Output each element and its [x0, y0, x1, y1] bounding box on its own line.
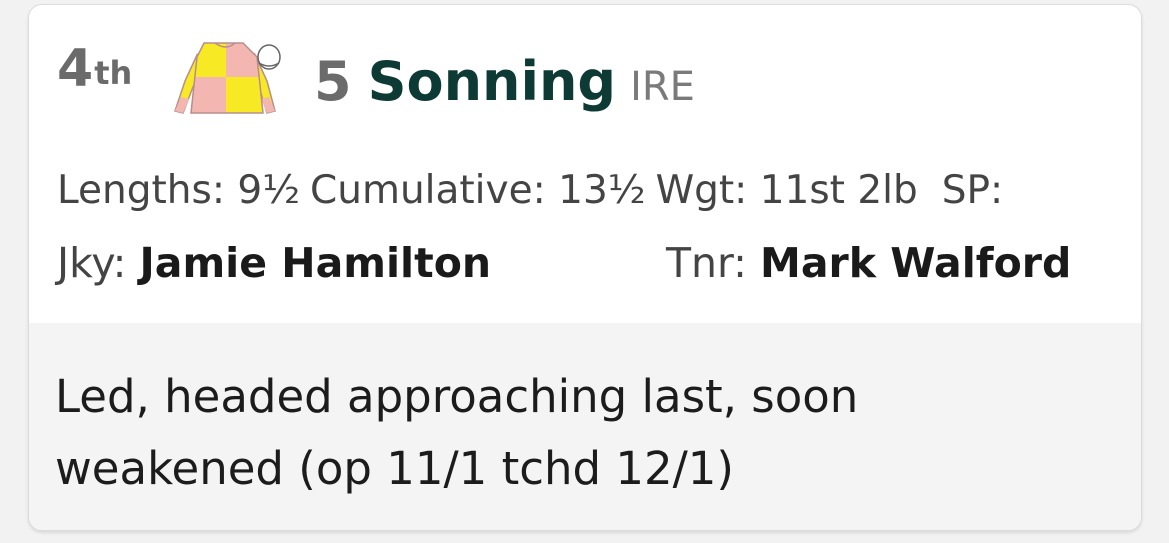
- jockey-name[interactable]: Jamie Hamilton: [140, 239, 492, 287]
- connections: Jky: Jamie Hamilton Tnr: Mark Walford: [57, 243, 1071, 284]
- finishing-position: 4th: [57, 39, 133, 99]
- horse-name[interactable]: Sonning: [368, 50, 616, 113]
- cumulative-stat: Cumulative: 13½: [310, 168, 646, 213]
- jockey-label: Jky:: [57, 239, 127, 287]
- trainer: Tnr: Mark Walford: [666, 243, 1071, 284]
- weight-stat: Wgt: 11st 2lb: [655, 168, 918, 213]
- lengths-stat: Lengths: 9½: [57, 168, 300, 213]
- sp-stat: SP:: [941, 168, 1004, 213]
- result-stats: Lengths: 9½ Cumulative: 13½ Wgt: 11st 2lb S…: [57, 171, 1013, 210]
- jockey: Jky: Jamie Hamilton: [57, 239, 491, 287]
- result-header: 4th 5 Sonning IRE Lengths: 9½ Cumulative…: [29, 5, 1141, 323]
- race-comment: Led, headed approaching last, soon weake…: [29, 323, 1141, 530]
- horse-country: IRE: [630, 64, 695, 110]
- jockey-silks-icon: [174, 42, 281, 114]
- trainer-name[interactable]: Mark Walford: [760, 239, 1071, 287]
- trainer-label: Tnr:: [666, 239, 747, 287]
- comment-text: Led, headed approaching last, soon weake…: [55, 370, 859, 495]
- runner-number: 5: [314, 50, 352, 113]
- result-card: 4th 5 Sonning IRE Lengths: 9½ Cumulative…: [28, 4, 1142, 531]
- runner-title: 5 Sonning IRE: [314, 55, 695, 109]
